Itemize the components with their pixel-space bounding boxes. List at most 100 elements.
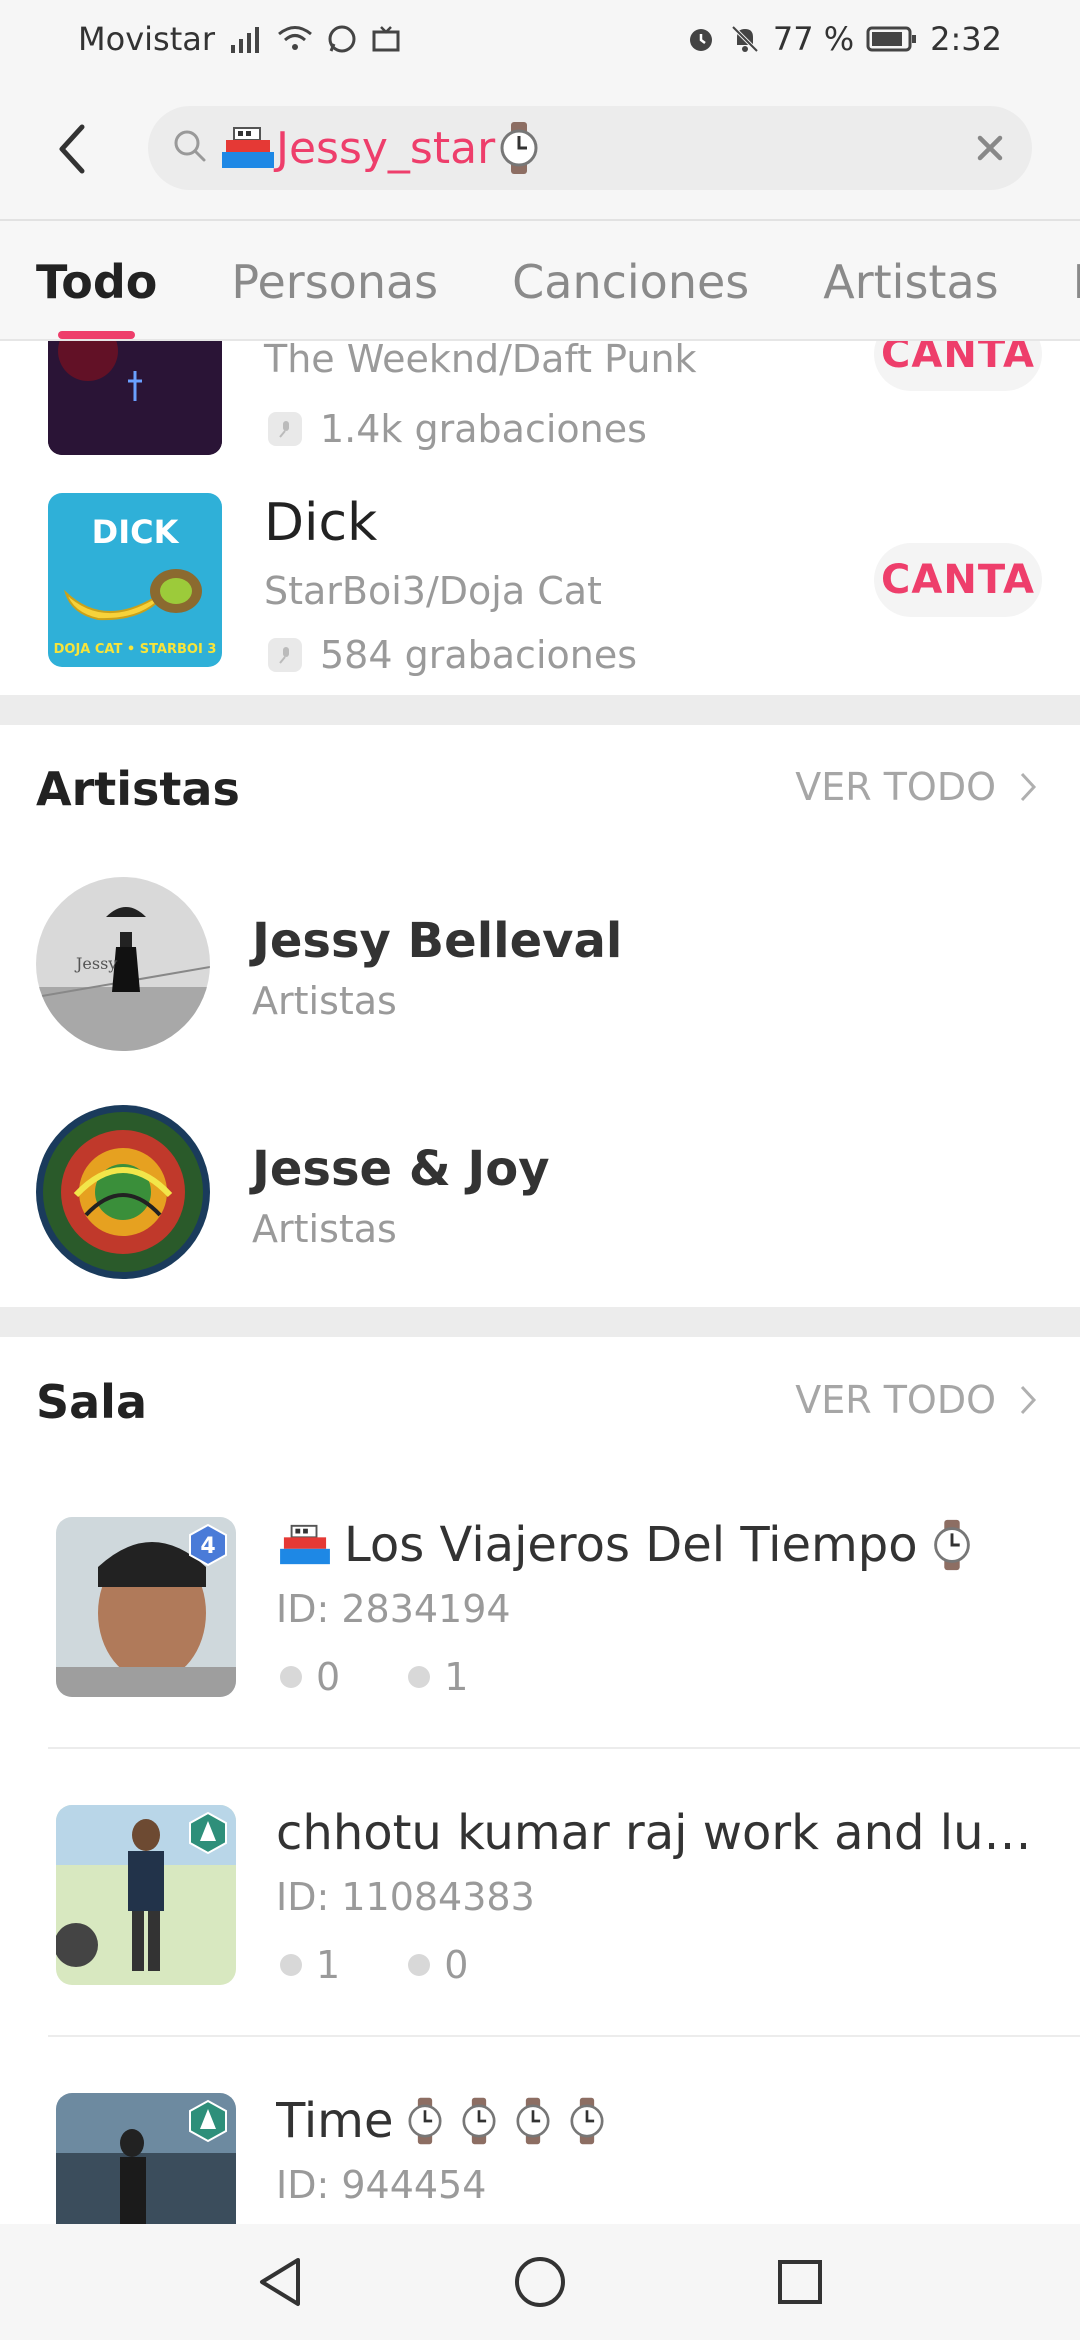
clear-search-button[interactable] <box>966 124 1014 172</box>
artist-name: Jesse & Joy <box>252 1141 550 1197</box>
watch-icon <box>500 122 538 174</box>
search-query: Jessy_star <box>220 120 543 176</box>
song-title: Dick <box>264 493 378 553</box>
room-thumbnail <box>56 1805 236 1985</box>
listeners-count: 0 <box>444 1943 469 1987</box>
room-name: chhotu kumar raj work and lu… <box>276 1805 1032 1861</box>
artist-row[interactable]: Jessy Jessy Belleval Artistas <box>0 877 1080 1077</box>
ship-icon <box>222 127 274 168</box>
listeners-count: 1 <box>444 1655 469 1699</box>
listeners-icon <box>408 1666 431 1688</box>
svg-text:Jessy: Jessy <box>74 954 117 973</box>
search-header: Jessy_star <box>0 78 1080 220</box>
listeners-icon <box>408 1954 431 1976</box>
singers-icon <box>280 1954 302 1976</box>
singers-count: 0 <box>316 1655 341 1699</box>
watch-icon <box>516 2097 550 2145</box>
watch-icon <box>462 2097 496 2145</box>
song-artist: The Weeknd/Daft Punk <box>264 341 697 381</box>
chevron-right-icon <box>1020 772 1037 802</box>
search-input[interactable]: Jessy_star <box>148 106 1032 190</box>
singers-icon <box>280 1666 302 1688</box>
section-separator <box>0 1307 1080 1337</box>
room-stats: 0 1 <box>280 1655 468 1699</box>
nav-home-button[interactable] <box>510 2252 570 2312</box>
see-all-label: VER TODO <box>795 765 996 809</box>
canta-button[interactable]: CANTA <box>874 543 1042 617</box>
system-nav-bar <box>0 2224 1080 2340</box>
song-recordings: 584 grabaciones <box>268 633 637 677</box>
whatsapp-icon <box>327 24 357 54</box>
filter-tabs: Todo Personas Canciones Artistas Mo <box>0 221 1080 341</box>
canta-button[interactable]: CANTA <box>874 341 1042 391</box>
status-right: 77 % 2:32 <box>685 20 1002 58</box>
section-separator <box>0 695 1080 725</box>
nav-back-button[interactable] <box>250 2252 310 2312</box>
status-left: Movistar <box>78 20 401 58</box>
room-name: Time <box>276 2093 609 2149</box>
circle-home-icon <box>515 2257 565 2307</box>
rooms-see-all-button[interactable]: VER TODO <box>795 1378 1038 1422</box>
recordings-count: 1.4k grabaciones <box>320 407 647 451</box>
back-button[interactable] <box>32 109 112 189</box>
room-id: ID: 2834194 <box>276 1587 511 1631</box>
artist-avatar: Jessy <box>36 877 210 1051</box>
artist-type: Artistas <box>252 979 397 1023</box>
tab-canciones[interactable]: Canciones <box>512 251 749 309</box>
tab-personas[interactable]: Personas <box>231 251 438 309</box>
alarm-icon <box>685 23 717 55</box>
room-row[interactable]: 4 Los Viajeros Del Tiempo ID: 2834194 0 … <box>0 1505 1080 1795</box>
row-divider <box>48 1747 1080 1749</box>
room-stats: 1 0 <box>280 1943 468 1987</box>
status-bar: Movistar 77 % 2:32 <box>0 0 1080 78</box>
clock-time: 2:32 <box>930 20 1002 58</box>
room-name-text: Los Viajeros Del Tiempo <box>344 1517 918 1573</box>
cover-title-text: DICK <box>92 513 180 551</box>
artists-see-all-button[interactable]: VER TODO <box>795 765 1038 809</box>
level-badge-icon <box>189 2099 227 2143</box>
chevron-right-icon <box>1020 1385 1037 1415</box>
ship-icon <box>280 1524 330 1565</box>
watch-icon <box>570 2097 604 2145</box>
song-cover: DICK DOJA CAT • STARBOI 3 <box>48 493 222 667</box>
tab-artistas[interactable]: Artistas <box>823 251 998 309</box>
level-badge-icon: 4 <box>189 1523 227 1567</box>
room-thumbnail: 4 <box>56 1517 236 1697</box>
svg-text:4: 4 <box>200 1534 215 1559</box>
artist-row[interactable]: Jesse & Joy Artistas <box>0 1105 1080 1305</box>
mute-bell-icon <box>729 23 761 55</box>
search-query-text: Jessy_star <box>276 122 496 174</box>
tab-more[interactable]: Mo <box>1073 251 1080 309</box>
artists-section-title: Artistas <box>36 762 240 816</box>
song-row[interactable]: The Weeknd/Daft Punk 1.4k grabaciones CA… <box>0 341 1080 461</box>
close-icon <box>977 135 1003 161</box>
nav-recents-button[interactable] <box>770 2252 830 2312</box>
room-row[interactable]: Time ID: 944454 <box>0 2081 1080 2224</box>
level-badge-icon <box>189 1811 227 1855</box>
triangle-back-icon <box>260 2258 300 2306</box>
mic-icon <box>268 412 302 446</box>
see-all-label: VER TODO <box>795 1378 996 1422</box>
room-id: ID: 11084383 <box>276 1875 535 1919</box>
battery-percent: 77 % <box>772 20 855 58</box>
room-name: Los Viajeros Del Tiempo <box>276 1517 976 1573</box>
watch-icon <box>408 2097 442 2145</box>
recordings-count: 584 grabaciones <box>320 633 638 677</box>
square-recents-icon <box>778 2260 822 2304</box>
song-recordings: 1.4k grabaciones <box>268 407 647 451</box>
artist-type: Artistas <box>252 1207 397 1251</box>
battery-icon <box>866 25 918 53</box>
rooms-section-title: Sala <box>36 1375 147 1429</box>
room-id: ID: 944454 <box>276 2163 487 2207</box>
room-name-text: Time <box>276 2093 394 2149</box>
song-cover <box>48 341 222 455</box>
song-row[interactable]: DICK DOJA CAT • STARBOI 3 Dick StarBoi3/… <box>0 481 1080 681</box>
room-row[interactable]: chhotu kumar raj work and lu… ID: 110843… <box>0 1793 1080 2083</box>
tv-icon <box>371 25 401 53</box>
tab-todo[interactable]: Todo <box>36 251 157 339</box>
wifi-icon <box>277 25 313 53</box>
room-thumbnail <box>56 2093 236 2224</box>
artist-name: Jessy Belleval <box>252 913 623 969</box>
chevron-left-icon <box>59 124 85 174</box>
search-icon <box>170 126 210 170</box>
